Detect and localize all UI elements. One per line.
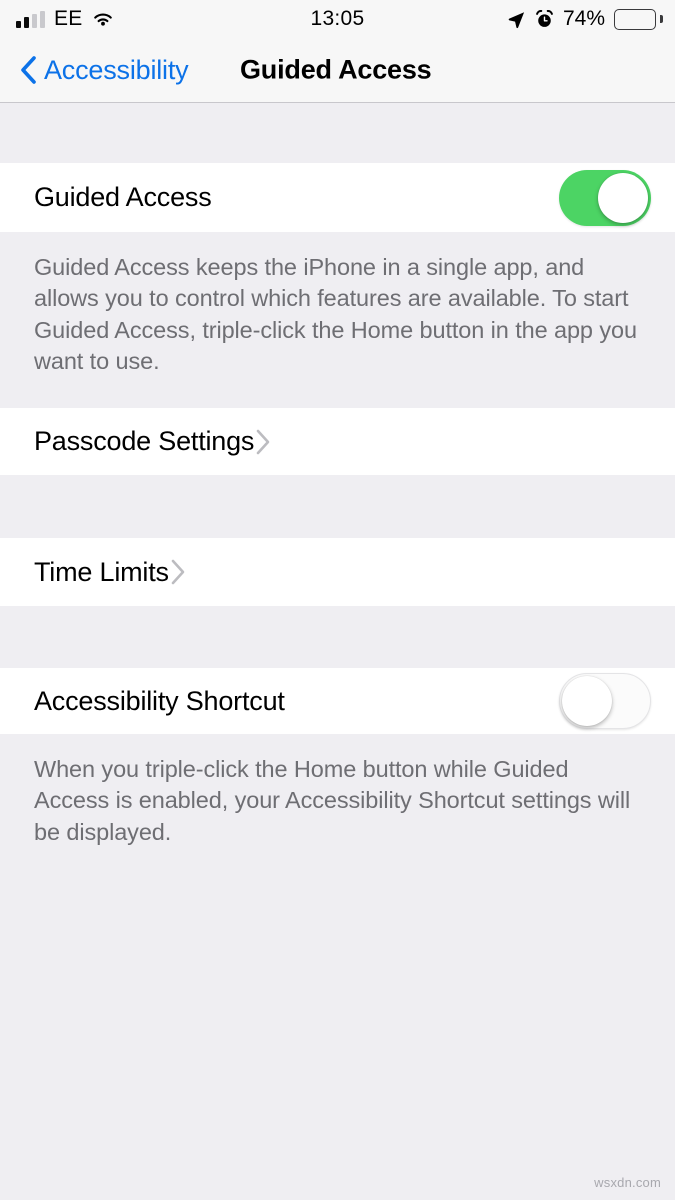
status-bar-left: EE	[16, 7, 115, 31]
toggle-knob	[561, 675, 612, 726]
guided-access-footer: Guided Access keeps the iPhone in a sing…	[0, 232, 675, 391]
location-arrow-icon	[507, 10, 526, 29]
row-accessibility-shortcut-label: Accessibility Shortcut	[34, 685, 285, 716]
back-button[interactable]: Accessibility	[0, 54, 189, 86]
page-title: Guided Access	[240, 54, 432, 85]
battery-icon	[614, 8, 663, 30]
row-passcode-settings[interactable]: Passcode Settings	[0, 408, 675, 475]
guided-access-toggle[interactable]	[559, 169, 651, 226]
row-guided-access-label: Guided Access	[34, 182, 212, 212]
row-guided-access[interactable]: Guided Access	[0, 163, 675, 232]
status-bar-clock: 13:05	[310, 7, 365, 30]
section-spacer-top	[0, 103, 675, 163]
back-button-label: Accessibility	[44, 54, 189, 85]
toggle-knob	[598, 172, 648, 223]
navigation-bar: Accessibility Guided Access	[0, 38, 675, 103]
chevron-right-icon	[254, 427, 272, 457]
row-accessibility-shortcut[interactable]: Accessibility Shortcut	[0, 668, 675, 734]
row-time-limits-label: Time Limits	[34, 556, 169, 587]
row-time-limits[interactable]: Time Limits	[0, 538, 675, 606]
wifi-icon	[91, 10, 115, 28]
section-spacer-1	[0, 391, 675, 408]
chevron-left-icon	[18, 55, 38, 85]
status-bar: EE 13:05 74%	[0, 0, 675, 38]
chevron-right-icon	[169, 557, 187, 587]
accessibility-shortcut-footer: When you triple-click the Home button wh…	[0, 734, 675, 862]
alarm-clock-icon	[535, 9, 554, 29]
section-spacer-2	[0, 475, 675, 538]
battery-percentage: 74%	[562, 7, 605, 30]
watermark: wsxdn.com	[594, 1175, 661, 1190]
status-bar-right: 74%	[507, 7, 663, 31]
carrier-label: EE	[54, 7, 83, 30]
section-spacer-3	[0, 606, 675, 668]
cellular-signal-icon	[16, 10, 45, 28]
accessibility-shortcut-toggle[interactable]	[559, 673, 651, 729]
row-passcode-settings-label: Passcode Settings	[34, 426, 255, 456]
